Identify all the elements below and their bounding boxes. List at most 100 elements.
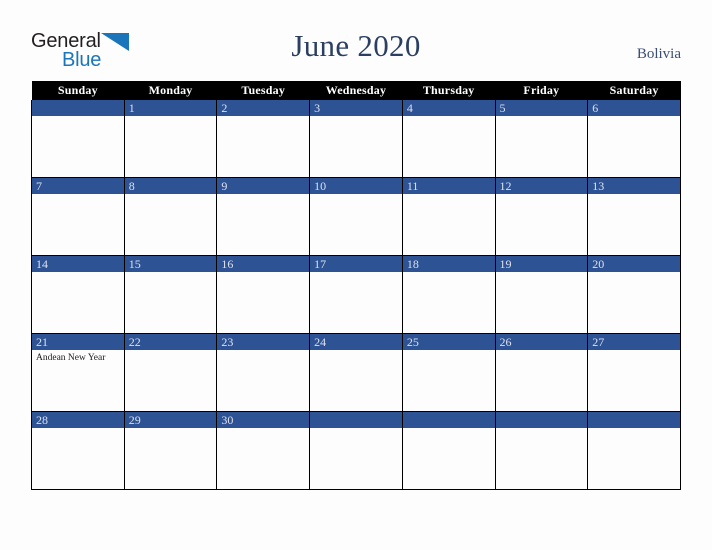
day-number: 8	[128, 179, 135, 193]
calendar-day-cell[interactable]: 6	[587, 100, 681, 178]
calendar-day-cell[interactable]: 23	[216, 333, 311, 412]
country-label: Bolivia	[636, 46, 681, 62]
weekday-header-saturday: Saturday	[587, 81, 681, 100]
day-number: 13	[592, 179, 605, 193]
day-number: 10	[314, 179, 327, 193]
calendar-day-cell[interactable]: 27	[587, 333, 681, 412]
day-number: 22	[128, 335, 141, 349]
day-number: 12	[499, 179, 512, 193]
calendar-grid: Sunday Monday Tuesday Wednesday Thursday…	[31, 81, 681, 490]
day-number-bar: 14	[32, 256, 124, 272]
day-number: 6	[592, 101, 599, 115]
day-number: 30	[221, 413, 234, 427]
day-number-bar: 19	[495, 256, 588, 272]
day-number-bar: 17	[310, 256, 402, 272]
calendar-day-cell[interactable]: 15	[123, 255, 218, 334]
calendar-day-cell[interactable]: 12	[494, 177, 589, 256]
calendar-day-cell[interactable]: 19	[494, 255, 589, 334]
day-number-bar: 24	[310, 334, 402, 350]
page-header: General Blue June 2020 Bolivia	[0, 0, 712, 78]
calendar-day-cell[interactable]: 17	[309, 255, 403, 334]
weekday-header-wednesday: Wednesday	[309, 81, 403, 100]
day-number: 29	[128, 413, 141, 427]
calendar-day-cell[interactable]: 7	[31, 177, 125, 256]
day-number-bar: 7	[32, 178, 124, 194]
calendar-day-cell[interactable]	[494, 411, 589, 490]
day-number-bar	[495, 412, 588, 428]
calendar-day-cell[interactable]: 11	[401, 177, 496, 256]
calendar-day-cell[interactable]: 28	[31, 411, 125, 490]
day-number: 23	[221, 335, 234, 349]
calendar-day-cell[interactable]: 5	[494, 100, 589, 178]
day-number-bar: 16	[217, 256, 310, 272]
day-number-bar: 6	[588, 100, 680, 116]
calendar-day-cell[interactable]: 26	[494, 333, 589, 412]
calendar-day-cell[interactable]: 2	[216, 100, 311, 178]
calendar-day-cell[interactable]: 29	[123, 411, 218, 490]
day-number-bar: 25	[402, 334, 495, 350]
calendar-day-cell[interactable]: 9	[216, 177, 311, 256]
day-number: 21	[36, 335, 48, 349]
calendar-day-cell[interactable]: 20	[587, 255, 681, 334]
calendar-day-cell[interactable]: 24	[309, 333, 403, 412]
day-number: 1	[128, 101, 135, 115]
calendar-day-cell[interactable]: 8	[123, 177, 218, 256]
calendar-day-cell[interactable]: 18	[401, 255, 496, 334]
day-number-bar: 13	[588, 178, 680, 194]
day-number: 15	[128, 257, 141, 271]
weekday-header-tuesday: Tuesday	[216, 81, 310, 100]
calendar-day-cell[interactable]	[309, 411, 403, 490]
day-number-bar: 5	[495, 100, 588, 116]
weekday-header-friday: Friday	[495, 81, 588, 100]
day-number-bar: 23	[217, 334, 310, 350]
calendar-header-row: Sunday Monday Tuesday Wednesday Thursday…	[31, 81, 681, 100]
day-number: 2	[221, 101, 228, 115]
calendar-day-cell[interactable]	[401, 411, 496, 490]
day-number-bar	[588, 412, 680, 428]
day-number: 16	[221, 257, 234, 271]
day-number-bar: 21	[32, 334, 124, 350]
calendar-week-row: 7 8 9 10 11 12 13	[31, 177, 681, 256]
calendar-body: 1 2 3 4 5 6 7 8 9 10 11 12 13 14 15 16 1…	[31, 100, 681, 490]
calendar-day-cell[interactable]: 13	[587, 177, 681, 256]
calendar-day-cell[interactable]: 3	[309, 100, 403, 178]
day-number: 3	[314, 101, 321, 115]
weekday-header-sunday: Sunday	[31, 81, 125, 100]
calendar-week-row: 14 15 16 17 18 19 20	[31, 255, 681, 334]
calendar-day-cell[interactable]: 4	[401, 100, 496, 178]
day-number: 17	[314, 257, 327, 271]
weekday-header-monday: Monday	[124, 81, 217, 100]
calendar-day-cell[interactable]: 30	[216, 411, 311, 490]
calendar-day-cell[interactable]: 1	[123, 100, 218, 178]
day-number: 7	[36, 179, 42, 193]
page-title: June 2020	[291, 28, 421, 63]
day-number-bar: 11	[402, 178, 495, 194]
holiday-label: Andean New Year	[36, 353, 106, 363]
day-number: 25	[406, 335, 419, 349]
calendar-day-cell[interactable]	[31, 100, 125, 178]
day-number-bar: 12	[495, 178, 588, 194]
calendar-day-cell[interactable]	[587, 411, 681, 490]
day-number-bar: 20	[588, 256, 680, 272]
calendar-day-cell[interactable]: 14	[31, 255, 125, 334]
calendar-day-cell[interactable]: 10	[309, 177, 403, 256]
day-number-bar: 28	[32, 412, 124, 428]
day-number: 9	[221, 179, 228, 193]
day-number: 5	[499, 101, 506, 115]
day-number: 4	[406, 101, 413, 115]
day-number-bar: 29	[124, 412, 217, 428]
calendar-day-cell[interactable]: 25	[401, 333, 496, 412]
day-number-bar: 9	[217, 178, 310, 194]
day-number: 28	[36, 413, 48, 427]
calendar-day-cell[interactable]: 22	[123, 333, 218, 412]
calendar-day-cell[interactable]: 16	[216, 255, 311, 334]
day-number: 19	[499, 257, 512, 271]
day-number: 18	[406, 257, 419, 271]
calendar-day-cell[interactable]: 21 Andean New Year	[31, 333, 125, 412]
day-number-bar: 2	[217, 100, 310, 116]
calendar-week-row: 21 Andean New Year 22 23 24 25 26 27	[31, 333, 681, 412]
weekday-header-thursday: Thursday	[402, 81, 496, 100]
day-number-bar	[310, 412, 402, 428]
day-number-bar: 27	[588, 334, 680, 350]
day-number: 24	[314, 335, 327, 349]
